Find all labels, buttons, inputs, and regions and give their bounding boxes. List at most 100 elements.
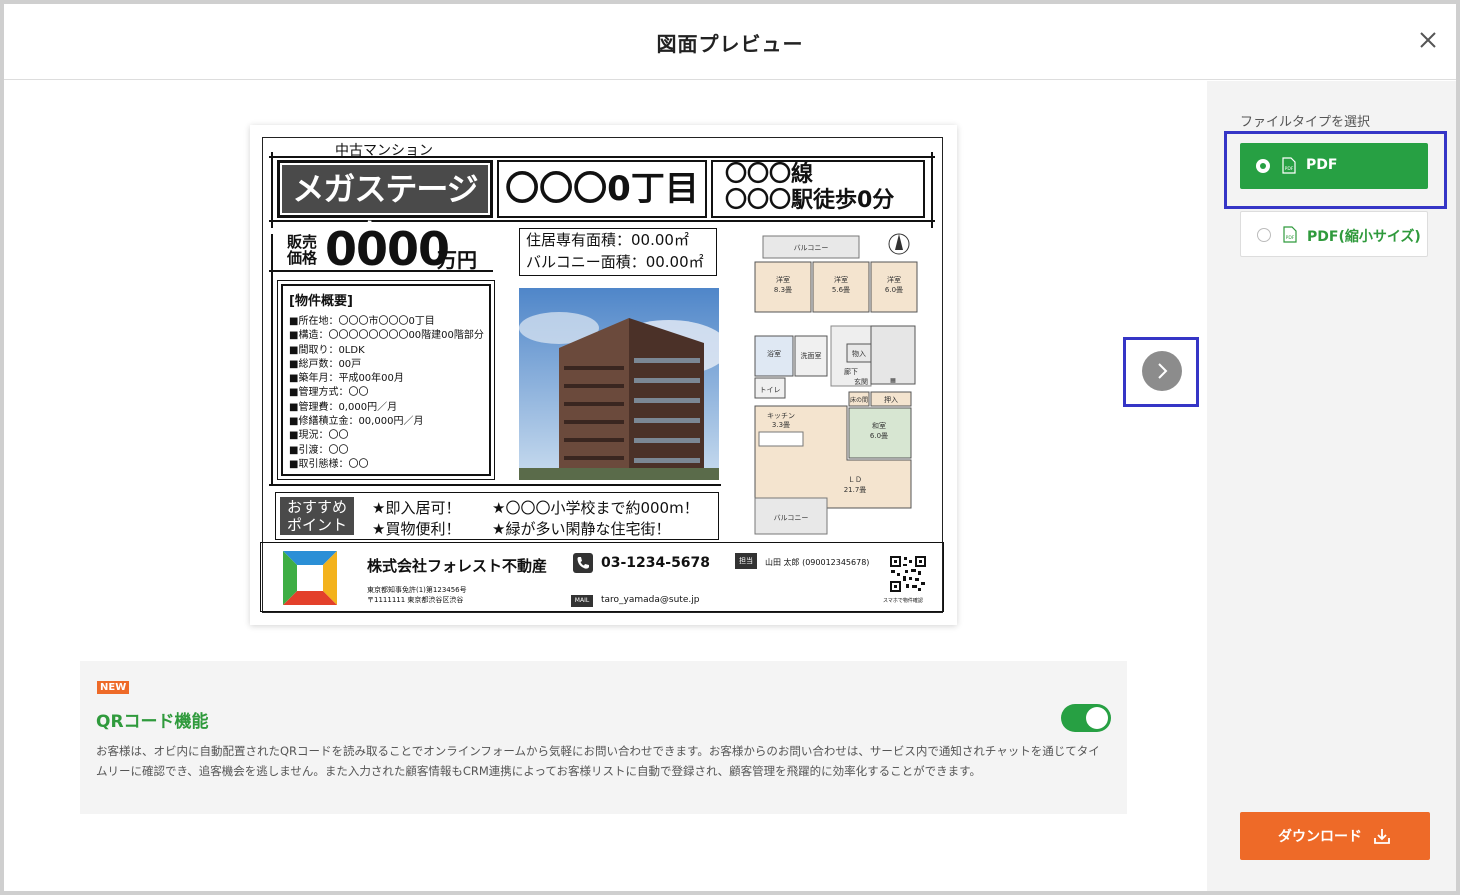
svg-text:5.6畳: 5.6畳 (832, 286, 850, 294)
svg-text:廊下: 廊下 (844, 367, 858, 376)
property-name: メガステージ春日 (282, 165, 488, 256)
recommend-box: おすすめ ポイント ★即入居可！ ★〇〇〇小学校まで約000m！ ★買物便利！ … (275, 492, 719, 540)
overview-item: ■修繕積立金：00,000円／月 (289, 416, 424, 428)
staff-mail: taro_yamada@sute.jp (601, 595, 700, 605)
modal-title: 図面プレビュー (656, 32, 804, 56)
svg-text:3.3畳: 3.3畳 (772, 421, 790, 429)
recommend-label-1: おすすめ (286, 498, 347, 516)
svg-text:玄関: 玄関 (854, 377, 868, 386)
pdf-file-icon: PDF (1283, 226, 1297, 243)
price: 0000 (325, 222, 450, 276)
qr-feature-description: お客様は、オビ内に自動配置されたQRコードを読み取ることでオンラインフォームから… (96, 744, 1100, 778)
toggle-knob (1086, 707, 1108, 729)
close-button[interactable] (1414, 26, 1442, 54)
download-icon (1374, 829, 1390, 844)
file-type-pdf-small-option[interactable]: PDF PDF(縮小サイズ) (1240, 211, 1428, 257)
mail-tag: MAIL (571, 595, 593, 607)
company-band: 株式会社フォレスト不動産 東京都知事免許(1)第123456号 〒1111111… (260, 542, 944, 612)
phone-icon (573, 553, 593, 573)
area-box: 住居専有面積：00.00㎡ バルコニー面積：00.00㎡ (519, 228, 717, 276)
overview-item: ■総戸数：00戸 (289, 358, 362, 370)
staff-tag: 担当 (735, 553, 757, 569)
qr-label: スマホで物件確認 (883, 598, 923, 604)
svg-text:洋室: 洋室 (834, 275, 848, 284)
qr-code-icon (889, 555, 927, 593)
flyer-preview: 中古マンション メガステージ春日 〇〇〇0丁目 〇〇〇線 〇〇〇駅徒歩0分 販売… (250, 125, 957, 625)
recommend-item: ★緑が多い閑静な住宅街！ (492, 520, 671, 538)
property-name-box: メガステージ春日 (277, 160, 493, 256)
file-type-pdf-option[interactable]: PDF PDF (1240, 143, 1428, 189)
property-address: 〇〇〇0丁目 (497, 160, 707, 218)
price-label-1: 販売 (287, 233, 318, 251)
plan-label: バルコニー (774, 514, 809, 522)
svg-text:床の間: 床の間 (850, 396, 868, 404)
station-line: 〇〇〇線 (725, 162, 814, 187)
company-address: 〒1111111 東京都渋谷区渋谷 (367, 596, 464, 604)
recommend-item: ★〇〇〇小学校まで約000m！ (492, 499, 699, 517)
side-panel: ファイルタイプを選択 PDF PDF PDF PDF(縮小サイズ) ダウンロード (1207, 81, 1456, 891)
radio-selected[interactable] (1256, 159, 1270, 173)
overview-item: ■現況：〇〇 (289, 430, 349, 442)
radio-unselected[interactable] (1257, 228, 1271, 242)
recommend-item: ★買物便利！ (372, 520, 461, 538)
overview-item: ■間取り：0LDK (289, 344, 365, 356)
overview-item: ■管理費：0,000円／月 (289, 401, 398, 413)
svg-text:21.7畳: 21.7畳 (844, 486, 867, 494)
license-number: 東京都知事免許(1)第123456号 (367, 586, 467, 594)
svg-text:洗面室: 洗面室 (801, 351, 822, 360)
svg-text:キッチン: キッチン (767, 412, 795, 420)
svg-text:和室: 和室 (872, 421, 886, 430)
overview-item: ■築年月：平成00年00月 (289, 373, 404, 385)
qr-feature-section: NEW QRコード機能 お客様は、オビ内に自動配置されたQRコードを読み取ること… (80, 661, 1127, 814)
svg-text:ＬＤ: ＬＤ (848, 476, 862, 484)
plan-label: バルコニー (794, 244, 829, 252)
building-photo (519, 288, 719, 480)
flyer: 中古マンション メガステージ春日 〇〇〇0丁目 〇〇〇線 〇〇〇駅徒歩0分 販売… (260, 137, 944, 613)
svg-text:PDF: PDF (1285, 166, 1294, 172)
floor-plan: バルコニー 洋室 8.3畳 洋室 5.6畳 洋室 6.0畳 浴室 洗面室 トイレ… (751, 232, 921, 538)
svg-text:トイレ: トイレ (760, 386, 781, 394)
recommend-label-2: ポイント (286, 516, 347, 534)
download-label: ダウンロード (1278, 829, 1362, 845)
svg-text:物入: 物入 (852, 349, 866, 358)
company-phone: 03-1234-5678 (601, 555, 711, 571)
qr-feature-title: QRコード機能 (96, 712, 209, 732)
pdf-file-icon: PDF (1282, 157, 1296, 174)
svg-text:6.0畳: 6.0畳 (885, 286, 903, 294)
svg-text:PDF: PDF (1286, 235, 1295, 241)
company-name: 株式会社フォレスト不動産 (367, 557, 548, 575)
overview-title: [物件概要] (289, 294, 353, 309)
area-living: 住居専有面積：00.00㎡ (526, 231, 689, 249)
price-unit: 万円 (437, 248, 477, 272)
recommend-label: おすすめ ポイント (280, 497, 354, 535)
company-logo (283, 551, 337, 605)
overview-box: [物件概要] ■所在地：〇〇〇市〇〇〇0丁目 ■構造：〇〇〇〇〇〇〇〇00階建0… (277, 280, 495, 480)
price-label: 販売 価格 (287, 234, 317, 266)
overview-item: ■構造：〇〇〇〇〇〇〇〇00階建00階部分 (289, 330, 484, 342)
chevron-right-icon (1158, 363, 1168, 379)
preview-area: 中古マンション メガステージ春日 〇〇〇0丁目 〇〇〇線 〇〇〇駅徒歩0分 販売… (4, 81, 1207, 891)
download-button[interactable]: ダウンロード (1240, 812, 1430, 860)
file-type-label: ファイルタイプを選択 (1240, 115, 1371, 130)
svg-text:洋室: 洋室 (776, 275, 790, 284)
company-license: 東京都知事免許(1)第123456号 〒1111111 東京都渋谷区渋谷 (367, 585, 467, 605)
svg-text:浴室: 浴室 (767, 349, 781, 358)
option-label: PDF (1306, 157, 1338, 173)
price-label-2: 価格 (287, 249, 318, 267)
area-balcony: バルコニー面積：00.00㎡ (526, 253, 704, 271)
recommend-item: ★即入居可！ (372, 499, 461, 517)
modal-header: 図面プレビュー (4, 4, 1456, 80)
next-page-button[interactable] (1142, 351, 1182, 391)
staff-name: 山田 太郎 (090012345678) (765, 558, 870, 567)
overview-item: ■引渡：〇〇 (289, 444, 349, 456)
option-label: PDF(縮小サイズ) (1307, 229, 1421, 245)
qr-feature-toggle[interactable] (1061, 704, 1111, 732)
property-type: 中古マンション (335, 143, 433, 159)
close-icon (1420, 32, 1436, 48)
svg-text:▦: ▦ (890, 377, 896, 384)
overview-item: ■所在地：〇〇〇市〇〇〇0丁目 (289, 316, 435, 327)
overview-item: ■取引態様：〇〇 (289, 458, 369, 470)
svg-text:洋室: 洋室 (887, 275, 901, 284)
preview-modal: 図面プレビュー 中古マンション メガステージ春日 〇〇〇0丁目 〇〇〇線 〇〇〇… (4, 4, 1456, 891)
new-badge: NEW (97, 681, 130, 694)
